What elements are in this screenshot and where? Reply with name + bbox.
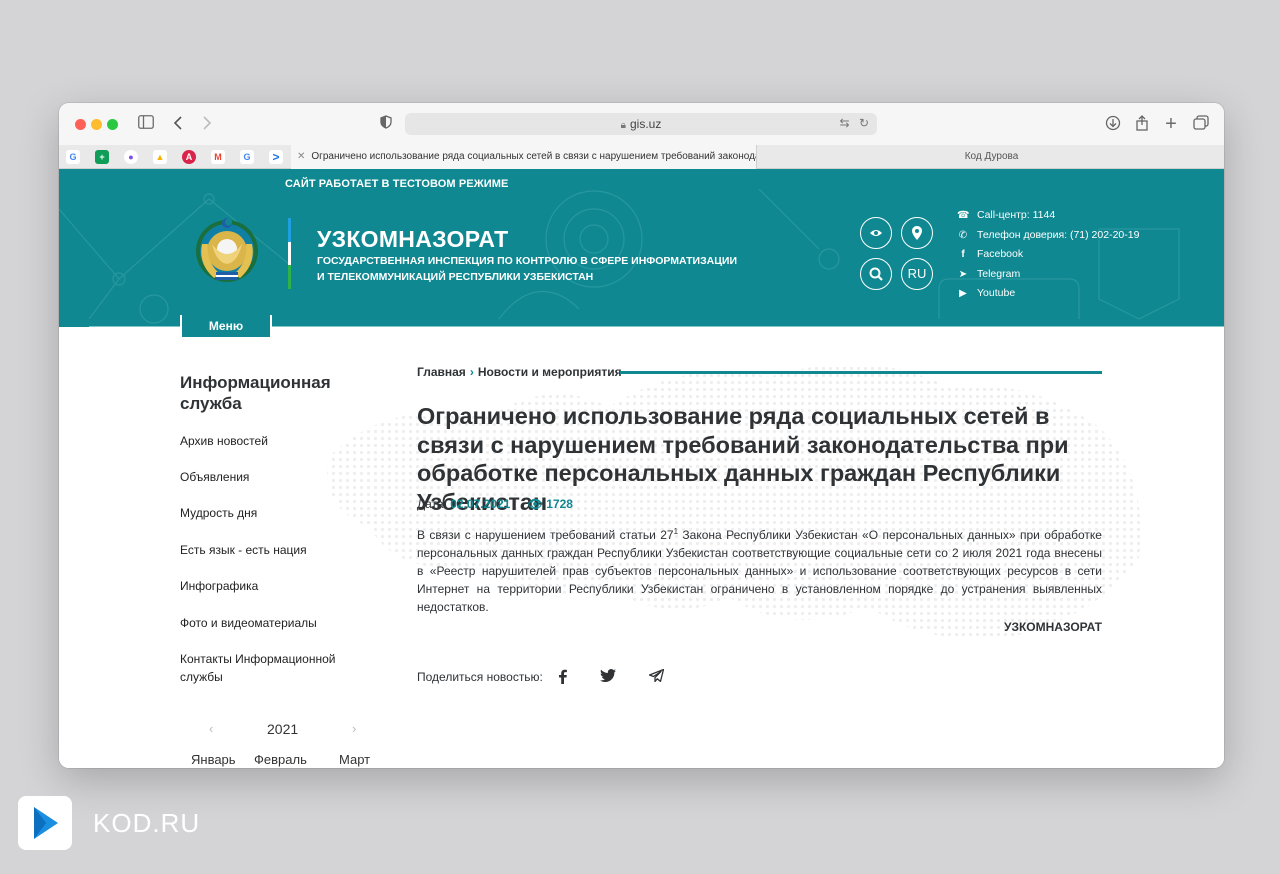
contact-telegram[interactable]: ➤ Telegram (957, 265, 1139, 285)
google-favicon-icon[interactable]: G (66, 150, 80, 164)
org-subtitle: ГОСУДАРСТВЕННАЯ ИНСПЕКЦИЯ ПО КОНТРОЛЮ В … (317, 255, 737, 283)
zoom-window-button[interactable] (107, 119, 118, 130)
browser-toolbar: 🔒︎ gis.uz ⇆ ↻ + (59, 103, 1224, 145)
close-window-button[interactable] (75, 119, 86, 130)
tab-title: Ограничено использование ряда социальных… (311, 151, 757, 162)
test-mode-notice: САЙТ РАБОТАЕТ В ТЕСТОВОМ РЕЖИМЕ (285, 178, 509, 190)
sidebar-title: Информационная служба (180, 373, 331, 413)
share-row: Поделиться новостью: (417, 670, 543, 684)
facebook-icon: f (961, 249, 965, 260)
contact-list: ☎ Call-центр: 1144 ✆ Телефон доверия: (71)… (957, 206, 1139, 304)
sidebar-item-contacts[interactable]: Контакты Информационной службы (180, 650, 350, 686)
drive-favicon-icon[interactable]: ▲ (153, 150, 167, 164)
location-pin-button[interactable] (901, 217, 933, 249)
month-march[interactable]: Март (339, 752, 370, 767)
brand-logo-icon (18, 796, 72, 850)
google-favicon-icon[interactable]: G (240, 150, 254, 164)
chevron-left-icon[interactable]: ‹ (209, 721, 213, 736)
phone-icon: ✆ (958, 229, 968, 241)
acrobat-favicon-icon[interactable]: A (182, 150, 196, 164)
telegram-share-icon[interactable] (646, 668, 666, 687)
youtube-icon: ▶ (959, 288, 967, 299)
article-meta: Дата: 02.07.2021 👁︎ 1728 (417, 497, 573, 511)
headset-icon: ☎ (957, 210, 970, 221)
privacy-shield-icon[interactable] (379, 115, 393, 133)
site-header: САЙТ РАБОТАЕТ В ТЕСТОВОМ РЕЖИМЕ УЗКОМНАЗ (59, 169, 1224, 327)
telegram-icon: ➤ (958, 268, 968, 280)
contact-facebook[interactable]: f Facebook (957, 245, 1139, 265)
tab-overview-icon[interactable] (1192, 115, 1210, 133)
article-date: 02.07.2021 (450, 497, 511, 511)
language-switch-button[interactable]: RU (901, 258, 933, 290)
chevron-right-icon: › (469, 365, 474, 379)
flag-stripe-icon (288, 218, 291, 289)
lock-icon: 🔒︎ (620, 120, 626, 131)
close-tab-icon[interactable]: ✕ (297, 151, 305, 162)
sheets-favicon-icon[interactable]: + (95, 150, 109, 164)
tab-active[interactable]: ✕ Ограничено использование ряда социальны… (291, 145, 757, 169)
breadcrumb-home[interactable]: Главная (417, 365, 466, 379)
browser-window: 🔒︎ gis.uz ⇆ ↻ + G + ● ▲ A M G > ✕ Ограниче… (59, 103, 1224, 768)
chevron-right-icon[interactable]: › (352, 721, 356, 736)
brand-name: KOD.RU (93, 808, 201, 838)
sidebar-item-infographics[interactable]: Инфографика (180, 577, 350, 595)
new-tab-icon[interactable]: + (1162, 114, 1180, 134)
sidebar-item-news-archive[interactable]: Архив новостей (180, 432, 350, 450)
tab-strip: G + ● ▲ A M G > ✕ Ограничено использовани… (59, 145, 1224, 169)
menu-button[interactable]: Меню (180, 315, 272, 339)
gmail-favicon-icon[interactable]: M (211, 150, 225, 164)
sidebar-toggle-icon[interactable] (137, 115, 155, 133)
month-january[interactable]: Январь (191, 752, 236, 767)
facebook-share-icon[interactable] (553, 669, 573, 687)
sidebar-item-announcements[interactable]: Объявления (180, 468, 350, 486)
breadcrumb: Главная › Новости и мероприятия (417, 365, 622, 379)
article-signature: УЗКОМНАЗОРАТ (1003, 620, 1102, 634)
main-content: Информационная служба Архив новостей Объ… (59, 327, 1224, 768)
state-emblem-icon[interactable] (192, 214, 262, 286)
tab-title: Код Дурова (964, 151, 1019, 162)
breadcrumb-divider (620, 371, 1102, 374)
search-button[interactable] (860, 258, 892, 290)
address-bar[interactable]: 🔒︎ gis.uz ⇆ ↻ (405, 113, 877, 135)
sidebar-item-language[interactable]: Есть язык - есть нация (180, 541, 350, 559)
contact-call-center[interactable]: ☎ Call-центр: 1144 (957, 206, 1139, 226)
article-views: 👁︎ 1728 (527, 497, 573, 511)
org-title[interactable]: УЗКОМНАЗОРАТ (317, 226, 508, 253)
month-february[interactable]: Февраль (254, 752, 307, 767)
accessibility-eye-button[interactable] (860, 217, 892, 249)
date-label: Дата: (417, 497, 447, 511)
calendar-year: 2021 (267, 721, 299, 737)
translate-icon[interactable]: ⇆ (840, 116, 850, 130)
tab-inactive[interactable]: Код Дурова (759, 145, 1224, 169)
forward-icon[interactable] (200, 115, 214, 133)
contact-hotline[interactable]: ✆ Телефон доверия: (71) 202-20-19 (957, 226, 1140, 246)
reload-icon[interactable]: ↻ (859, 116, 869, 130)
views-eye-icon: 👁︎ (527, 497, 543, 511)
downloads-icon[interactable] (1104, 115, 1122, 133)
twitter-share-icon[interactable] (598, 669, 618, 687)
share-icon[interactable] (1133, 115, 1151, 133)
kod-favicon-icon[interactable]: > (269, 150, 283, 164)
url-text: gis.uz (629, 117, 662, 131)
share-label: Поделиться новостью: (417, 670, 543, 684)
sidebar-item-wisdom[interactable]: Мудрость дня (180, 504, 350, 522)
podcasts-favicon-icon[interactable]: ● (124, 150, 138, 164)
article-body: В связи с нарушением требований статьи 2… (417, 527, 1102, 614)
contact-youtube[interactable]: ▶ Youtube (957, 284, 1139, 304)
back-icon[interactable] (171, 115, 185, 133)
breadcrumb-news[interactable]: Новости и мероприятия (478, 365, 622, 379)
minimize-window-button[interactable] (91, 119, 102, 130)
sidebar-item-media[interactable]: Фото и видеоматериалы (180, 614, 350, 632)
